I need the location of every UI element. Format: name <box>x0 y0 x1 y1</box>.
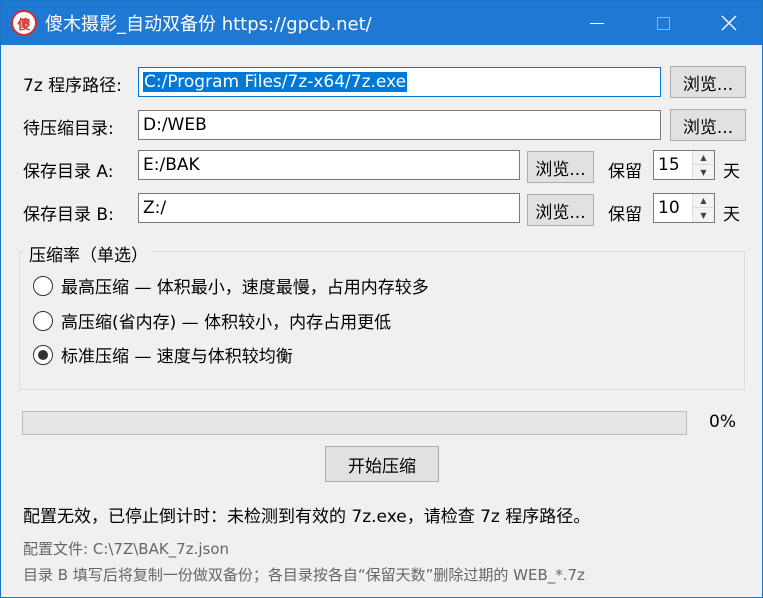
radio-button[interactable] <box>33 310 53 331</box>
radio-button[interactable] <box>33 275 53 296</box>
keep-a-label: 保留 <box>608 162 642 182</box>
spin-down-icon[interactable]: ▼ <box>693 165 714 179</box>
spin-up-icon[interactable]: ▲ <box>693 194 714 208</box>
radio-option-high[interactable]: 高压缩(省内存) — 体积较小，内存占用更低 <box>33 308 391 333</box>
radio-option-standard[interactable]: 标准压缩 — 速度与体积较均衡 <box>33 342 293 367</box>
radio-option-max[interactable]: 最高压缩 — 体积最小，速度最慢，占用内存较多 <box>33 273 429 298</box>
progress-percent: 0% <box>709 412 736 432</box>
app-window: 傻 傻木摄影_自动双备份 https://gpcb.net/ 7z 程序路径: … <box>0 0 763 598</box>
dest-b-label: 保存目录 B: <box>23 205 114 225</box>
source-dir-input[interactable]: D:/WEB <box>138 110 661 140</box>
start-compress-button[interactable]: 开始压缩 <box>325 446 439 482</box>
dest-b-input[interactable]: Z:/ <box>138 193 520 223</box>
title-bar[interactable]: 傻 傻木摄影_自动双备份 https://gpcb.net/ <box>1 1 762 45</box>
window-title: 傻木摄影_自动双备份 https://gpcb.net/ <box>45 14 372 35</box>
keep-b-days-spinbox[interactable]: 10 ▲ ▼ <box>653 193 715 223</box>
keep-b-label: 保留 <box>608 205 642 225</box>
radio-option-label: 高压缩(省内存) — 体积较小，内存占用更低 <box>61 313 392 333</box>
dest-a-input[interactable]: E:/BAK <box>138 150 520 180</box>
browse-sevenz-button[interactable]: 浏览... <box>670 66 746 98</box>
config-file-path: 配置文件: C:\7Z\BAK_7z.json <box>23 540 230 558</box>
days-b-label: 天 <box>723 205 740 225</box>
close-button[interactable] <box>696 1 762 45</box>
keep-b-days-value: 10 <box>658 198 680 218</box>
progress-bar <box>22 411 687 435</box>
spin-down-icon[interactable]: ▼ <box>693 208 714 222</box>
sevenz-path-value: C:/Program Files/7z-x64/7z.exe <box>143 72 408 92</box>
source-dir-label: 待压缩目录: <box>23 119 114 139</box>
app-logo-icon: 傻 <box>11 10 37 36</box>
radio-dot-icon <box>38 349 48 360</box>
radio-option-label: 标准压缩 — 速度与体积较均衡 <box>61 347 293 367</box>
dest-a-label: 保存目录 A: <box>23 162 114 182</box>
compression-group-title: 压缩率（单选） <box>25 241 152 266</box>
backup-hint: 目录 B 填写后将复制一份做双备份；各目录按各自“保留天数”删除过期的 WEB_… <box>23 566 585 584</box>
browse-dest-b-button[interactable]: 浏览... <box>527 194 594 226</box>
minimize-button[interactable] <box>564 1 630 45</box>
close-icon <box>721 15 737 31</box>
sevenz-path-input[interactable]: C:/Program Files/7z-x64/7z.exe <box>138 67 661 97</box>
browse-dest-a-button[interactable]: 浏览... <box>527 151 594 183</box>
keep-a-days-value: 15 <box>658 155 680 175</box>
days-a-label: 天 <box>723 162 740 182</box>
maximize-icon <box>656 16 670 30</box>
status-message: 配置无效，已停止倒计时：未检测到有效的 7z.exe，请检查 7z 程序路径。 <box>23 507 591 527</box>
keep-a-days-spinbox[interactable]: 15 ▲ ▼ <box>653 150 715 180</box>
radio-option-label: 最高压缩 — 体积最小，速度最慢，占用内存较多 <box>61 278 429 298</box>
spin-up-icon[interactable]: ▲ <box>693 151 714 165</box>
maximize-button[interactable] <box>630 1 696 45</box>
radio-button-selected[interactable] <box>33 344 53 365</box>
minimize-icon <box>590 22 604 24</box>
sevenz-path-label: 7z 程序路径: <box>23 76 122 96</box>
browse-source-button[interactable]: 浏览... <box>670 109 746 141</box>
